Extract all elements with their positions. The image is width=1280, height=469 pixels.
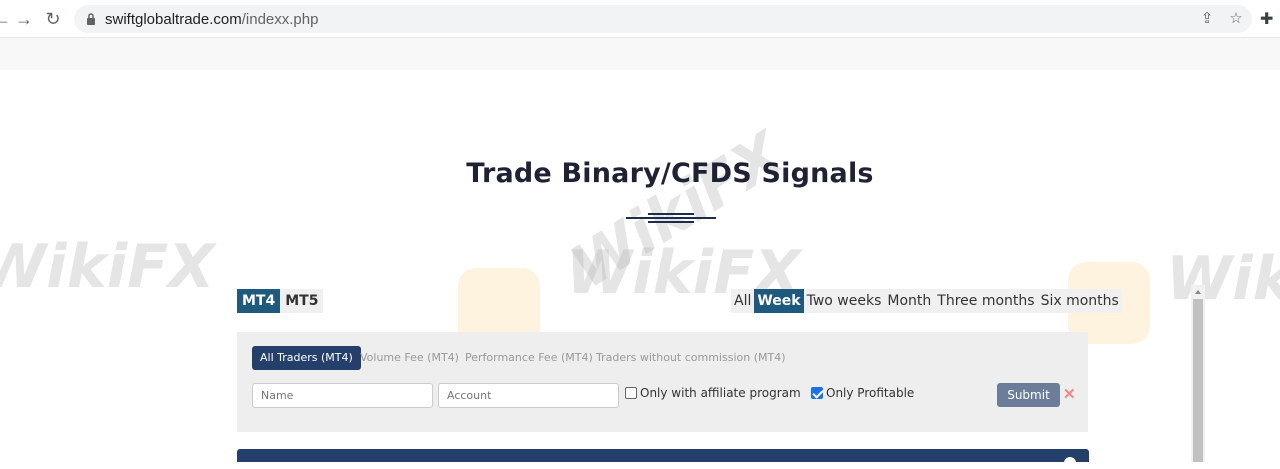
submit-button[interactable]: Submit (997, 383, 1060, 407)
filter-tab-no-commission[interactable]: Traders without commission (MT4) (596, 346, 786, 370)
affiliate-checkbox[interactable]: Only with affiliate program (625, 386, 801, 400)
name-input[interactable] (252, 383, 433, 408)
url-domain: swiftglobaltrade.com (105, 11, 242, 28)
star-icon[interactable]: ☆ (1227, 10, 1245, 28)
title-underline (648, 213, 694, 215)
filter-tab-volume-fee[interactable]: Volume Fee (MT4) (360, 346, 459, 370)
page-title: Trade Binary/CFDS Signals (466, 158, 874, 189)
title-underline (648, 221, 694, 223)
watermark-text: WikiFX (0, 232, 215, 302)
filter-panel: All Traders (MT4) Volume Fee (MT4) Perfo… (237, 332, 1088, 432)
account-input[interactable] (438, 383, 619, 408)
share-icon[interactable]: ⇪ (1198, 10, 1216, 28)
period-month[interactable]: Month (884, 289, 934, 313)
extensions-icon[interactable]: ✚ (1260, 9, 1278, 28)
top-strip (0, 38, 1280, 70)
period-two-weeks[interactable]: Two weeks (804, 289, 885, 313)
watermark-text: WikiFX (1166, 244, 1280, 314)
period-three-months[interactable]: Three months (934, 289, 1037, 313)
tab-mt4[interactable]: MT4 (237, 289, 281, 313)
url-path: /indexx.php (241, 11, 319, 28)
clear-icon[interactable]: ✕ (1063, 385, 1076, 403)
period-six-months[interactable]: Six months (1038, 289, 1122, 313)
profitable-checkbox[interactable]: Only Profitable (811, 386, 914, 400)
lock-icon (87, 13, 95, 25)
url-text: swiftglobaltrade.com/indexx.php (105, 11, 318, 28)
title-underline (626, 217, 716, 219)
period-week[interactable]: Week (754, 289, 804, 313)
affiliate-label: Only with affiliate program (640, 386, 801, 400)
period-tabs: All Week Two weeks Month Three months Si… (731, 289, 1122, 313)
forward-icon[interactable]: → (14, 9, 34, 29)
scroll-up-icon[interactable] (1195, 290, 1201, 294)
watermark-text: WikiFX (559, 119, 796, 303)
profitable-label: Only Profitable (826, 386, 915, 400)
results-panel-header (237, 449, 1089, 469)
scrollbar[interactable] (1191, 285, 1205, 462)
period-all[interactable]: All (731, 289, 754, 313)
platform-tabs: MT4 MT5 (237, 289, 324, 313)
back-icon[interactable]: ← (0, 9, 12, 29)
reload-icon[interactable]: ↻ (43, 9, 63, 29)
filter-tab-performance-fee[interactable]: Performance Fee (MT4) (465, 346, 593, 370)
affiliate-checkbox-box[interactable] (625, 387, 637, 399)
tab-mt5[interactable]: MT5 (280, 289, 324, 313)
address-bar[interactable]: swiftglobaltrade.com/indexx.php ⇪ ☆ (74, 5, 1252, 33)
info-icon[interactable] (1064, 457, 1076, 469)
scroll-thumb[interactable] (1193, 299, 1203, 462)
filter-tab-all-traders[interactable]: All Traders (MT4) (252, 346, 361, 370)
browser-toolbar: ← → ↻ swiftglobaltrade.com/indexx.php ⇪ … (0, 0, 1280, 38)
profitable-checkbox-box[interactable] (811, 387, 823, 399)
